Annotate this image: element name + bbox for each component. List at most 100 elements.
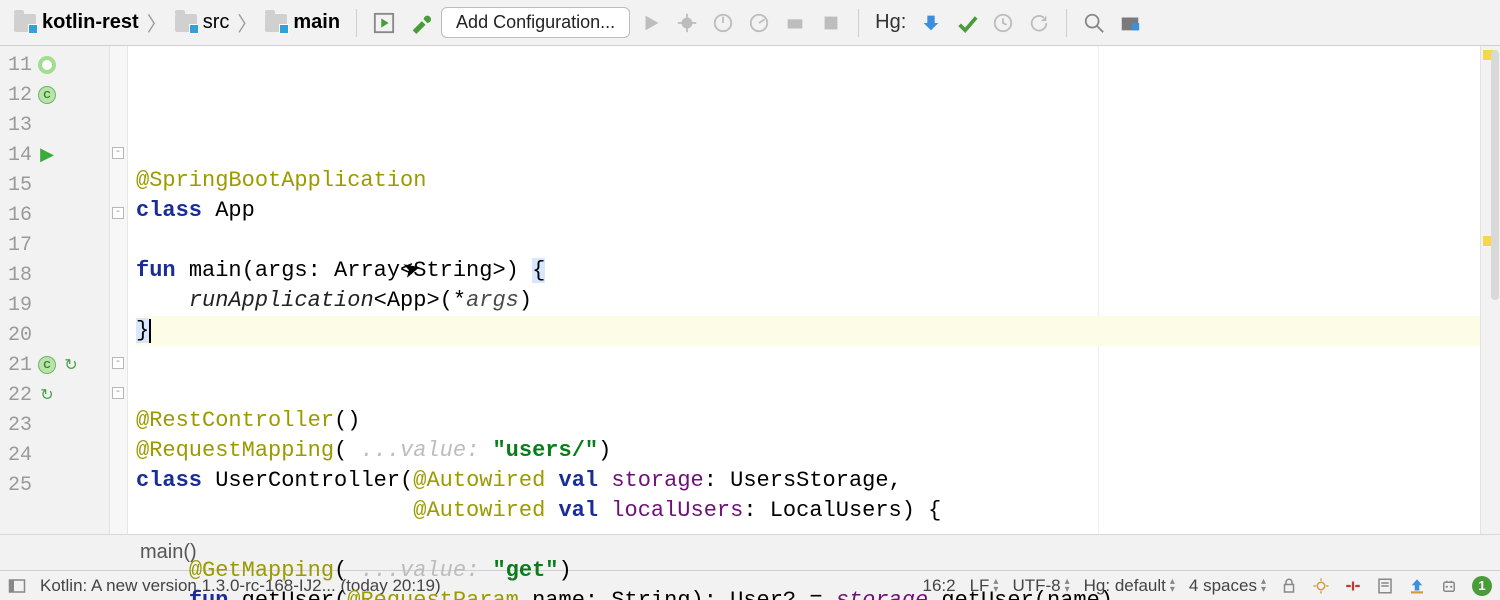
spring-bean-icon[interactable] [38, 56, 56, 74]
line-number: 14 [4, 144, 32, 167]
coverage-icon[interactable] [708, 8, 738, 38]
search-icon[interactable] [1079, 8, 1109, 38]
code-line[interactable] [136, 526, 1480, 556]
code-token: ...value: [360, 558, 492, 583]
code-line[interactable]: @GetMapping( ...value: "get") [136, 556, 1480, 586]
gutter-row[interactable]: 24 [0, 440, 109, 470]
code-token: ) [519, 288, 532, 313]
controller-icon[interactable] [38, 356, 56, 374]
code-token: @Autowired [413, 468, 545, 493]
code-token: @RequestMapping [136, 438, 334, 463]
run-target-icon[interactable] [369, 8, 399, 38]
project-structure-icon[interactable] [1115, 8, 1145, 38]
gutter-row[interactable]: 20 [0, 320, 109, 350]
code-token: @Autowired [413, 498, 545, 523]
navigate-icon[interactable]: ↻ [38, 386, 56, 404]
controller-icon[interactable] [38, 86, 56, 104]
gutter-row[interactable]: 13 [0, 110, 109, 140]
attach-debug-icon[interactable] [780, 8, 810, 38]
gutter-row[interactable]: 18 [0, 260, 109, 290]
tool-window-toggle-icon[interactable] [8, 577, 26, 595]
code-token: <App>(* [374, 288, 466, 313]
toolbar-divider [858, 9, 859, 37]
code-line[interactable]: @RestController() [136, 406, 1480, 436]
run-line-icon[interactable]: ▶ [38, 146, 56, 164]
debug-icon[interactable] [672, 8, 702, 38]
code-area[interactable]: ➤ @SpringBootApplicationclass Appfun mai… [128, 46, 1480, 534]
code-token: ...value: [360, 438, 492, 463]
breadcrumb-label: main [293, 11, 340, 34]
code-token: @SpringBootApplication [136, 168, 426, 193]
error-stripe[interactable] [1480, 46, 1500, 534]
vcs-history-icon[interactable] [988, 8, 1018, 38]
code-line[interactable]: @RequestMapping( ...value: "users/") [136, 436, 1480, 466]
code-token: UserController( [215, 468, 413, 493]
add-configuration-button[interactable]: Add Configuration... [441, 7, 630, 38]
code-token: @RestController [136, 408, 334, 433]
breadcrumb-item[interactable]: src [171, 9, 234, 36]
code-token [136, 588, 189, 600]
fold-column[interactable]: - - - - [110, 46, 128, 534]
line-number: 16 [4, 204, 32, 227]
code-token: localUsers [611, 498, 743, 523]
vcs-update-icon[interactable] [916, 8, 946, 38]
code-token: fun [189, 588, 242, 600]
code-token: @RequestParam [347, 588, 519, 600]
fold-toggle[interactable]: - [112, 387, 124, 399]
stop-icon[interactable] [816, 8, 846, 38]
fold-toggle[interactable]: - [112, 357, 124, 369]
gutter-row[interactable]: 21↻ [0, 350, 109, 380]
fold-toggle[interactable]: - [112, 207, 124, 219]
code-line[interactable]: @Autowired val localUsers: LocalUsers) { [136, 496, 1480, 526]
code-token: .getUser(name) [928, 588, 1113, 600]
gutter-row[interactable]: 25 [0, 470, 109, 500]
gutter-row[interactable]: 15 [0, 170, 109, 200]
code-line[interactable]: fun getUser(@RequestParam name: String):… [136, 586, 1480, 600]
code-token: val [558, 498, 611, 523]
line-number: 17 [4, 234, 32, 257]
gutter[interactable]: 1112 13 14 ▶ 15 16 17 18192021↻22↻2324 25 [0, 46, 110, 534]
run-icon[interactable] [636, 8, 666, 38]
gutter-row[interactable]: 11 [0, 50, 109, 80]
code-token: : UsersStorage, [704, 468, 902, 493]
code-line[interactable]: runApplication<App>(*args) [136, 286, 1480, 316]
profile-icon[interactable] [744, 8, 774, 38]
breadcrumb-item[interactable]: kotlin-rest [10, 9, 143, 36]
toolbar-divider [1066, 9, 1067, 37]
code-token: main(args: Array<String>) [189, 258, 532, 283]
line-number: 25 [4, 474, 32, 497]
code-line[interactable] [136, 346, 1480, 376]
code-token: storage [611, 468, 703, 493]
scrollbar-thumb[interactable] [1491, 50, 1499, 300]
build-icon[interactable] [405, 8, 435, 38]
vcs-commit-icon[interactable] [952, 8, 982, 38]
code-line[interactable] [136, 226, 1480, 256]
vcs-label: Hg: [871, 11, 910, 34]
line-number: 13 [4, 114, 32, 137]
gutter-row[interactable]: 17 [0, 230, 109, 260]
code-token [136, 558, 189, 583]
gutter-row[interactable]: 22↻ [0, 380, 109, 410]
code-line[interactable]: } [136, 316, 1480, 346]
code-line[interactable]: fun main(args: Array<String>) { [136, 256, 1480, 286]
gutter-row[interactable]: 12 [0, 80, 109, 110]
navigate-icon[interactable]: ↻ [62, 356, 80, 374]
code-token: class [136, 198, 215, 223]
toolbar-divider [356, 9, 357, 37]
gutter-row[interactable]: 16 [0, 200, 109, 230]
gutter-row[interactable]: 23 [0, 410, 109, 440]
code-line[interactable]: class App [136, 196, 1480, 226]
fold-toggle[interactable]: - [112, 147, 124, 159]
code-line[interactable] [136, 376, 1480, 406]
gutter-row[interactable]: 19 [0, 290, 109, 320]
code-token: storage [836, 588, 928, 600]
code-line[interactable]: class UserController(@Autowired val stor… [136, 466, 1480, 496]
code-line[interactable]: @SpringBootApplication [136, 166, 1480, 196]
folder-icon [175, 14, 197, 32]
path-breadcrumbs: kotlin-rest〉src〉main [10, 8, 344, 37]
code-token: val [559, 468, 612, 493]
breadcrumb-item[interactable]: main [261, 9, 344, 36]
gutter-row[interactable]: 14 ▶ [0, 140, 109, 170]
code-token: name: String): User? = [519, 588, 836, 600]
vcs-revert-icon[interactable] [1024, 8, 1054, 38]
